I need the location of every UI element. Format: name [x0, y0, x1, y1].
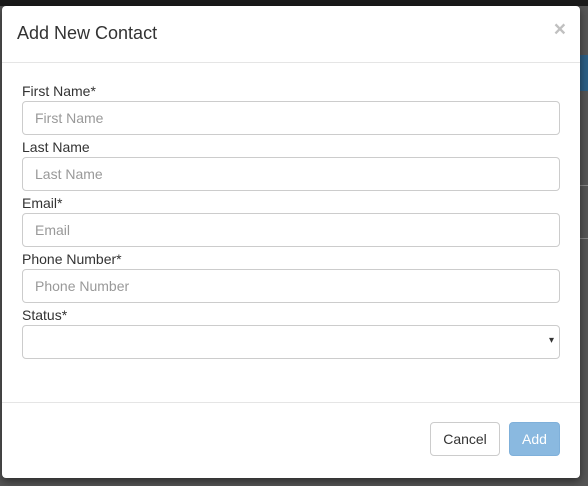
status-select[interactable]	[22, 325, 560, 359]
phone-group: Phone Number*	[22, 251, 560, 307]
first-name-group: First Name*	[22, 83, 560, 139]
phone-label: Phone Number*	[22, 251, 122, 267]
email-group: Email*	[22, 195, 560, 251]
modal-footer: Cancel Add	[2, 402, 580, 478]
phone-input[interactable]	[22, 269, 560, 303]
chevron-down-icon: ▾	[548, 335, 554, 346]
last-name-input[interactable]	[22, 157, 560, 191]
status-select-wrapper: ▾	[22, 325, 560, 359]
close-icon[interactable]: ×	[554, 19, 566, 40]
modal-title: Add New Contact	[17, 23, 158, 43]
modal-body: First Name* Last Name Email* Phone Numbe…	[2, 63, 580, 359]
add-button[interactable]: Add	[509, 422, 560, 456]
status-group: Status* ▾	[22, 307, 560, 359]
first-name-label: First Name*	[22, 83, 96, 99]
email-label: Email*	[22, 195, 63, 211]
add-contact-modal: Add New Contact × First Name* Last Name …	[2, 6, 580, 478]
cancel-button[interactable]: Cancel	[430, 422, 500, 456]
email-input[interactable]	[22, 213, 560, 247]
last-name-label: Last Name	[22, 139, 90, 155]
last-name-group: Last Name	[22, 139, 560, 195]
modal-header: Add New Contact ×	[2, 6, 580, 63]
status-label: Status*	[22, 307, 68, 323]
first-name-input[interactable]	[22, 101, 560, 135]
